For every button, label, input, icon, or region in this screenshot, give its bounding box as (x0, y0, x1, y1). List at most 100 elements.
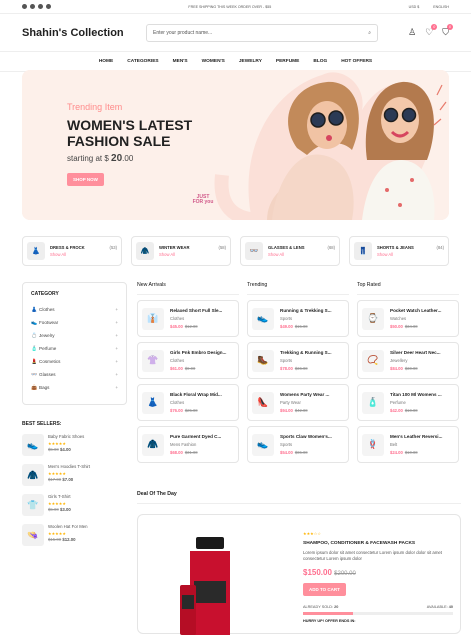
user-icon[interactable]: ♙ (408, 27, 416, 38)
shoe-icon: 👟 (31, 319, 38, 326)
add-to-cart-button[interactable]: ADD TO CART (303, 583, 346, 596)
nav-hot-offers[interactable]: HOT OFFERS (341, 59, 372, 64)
product-card[interactable]: 🪢 Men's Leather Reversi... Belt $24.00 $10.0… (357, 426, 459, 463)
category-strip: 👗 DRESS & FROCK Show All (53) 🧥 WINTER WEAR S… (22, 236, 449, 266)
logo[interactable]: Shahin's Collection (22, 27, 146, 39)
deal-title: Deal Of The Day (137, 491, 461, 504)
shorts-icon: 👖 (354, 242, 372, 260)
product-card[interactable]: 👔 Relaxed Short Full Sle... Clothes $45.00 $… (137, 300, 239, 337)
category-card[interactable]: 👖 SHORTS & JEANS Show All (84) (349, 236, 449, 266)
product-card[interactable]: 👠 Womens Party Wear ... Party Wear $94.00 $4… (247, 384, 349, 421)
product-image: 👟 (252, 433, 274, 456)
hero-banner: Trending Item WOMEN'S LATEST FASHION SAL… (22, 70, 449, 220)
dress-icon: 👗 (27, 242, 45, 260)
product-image: 🧴 (362, 391, 384, 414)
product-image: 👚 (142, 349, 164, 372)
sidebar-item-clothes[interactable]: 👗 Clothes + (31, 303, 118, 316)
best-seller-item[interactable]: 🧥 Men's Hoodies T-Shirt ★★★★★ $17.00 $7.00 (22, 464, 127, 490)
nav-categories[interactable]: CATEGORIES (127, 59, 158, 64)
sidebar-item-footwear[interactable]: 👟 Footwear + (31, 316, 118, 329)
rating-stars: ★★★★★ (48, 531, 66, 536)
best-seller-item[interactable]: 👒 Woolen Hat For Men ★★★★★ $15.00 $12.00 (22, 524, 127, 550)
product-card[interactable]: 🧴 Titan 100 Ml Womens ... Perfume $42.00 $10… (357, 384, 459, 421)
product-card[interactable]: 👟 Sports Claw Women's... Sports $54.00 $65.0… (247, 426, 349, 463)
nav-womens[interactable]: WOMEN'S (202, 59, 225, 64)
nav-mens[interactable]: MEN'S (173, 59, 188, 64)
search-icon[interactable]: ⌕ (368, 30, 371, 36)
product-card[interactable]: ⌚ Pocket Watch Leather... Watches $50.00 $34… (357, 300, 459, 337)
stock-progress-bar (303, 612, 453, 615)
best-seller-item[interactable]: 👟 Baby Fabric Shoes ★★★★★ $5.00 $4.00 (22, 434, 127, 460)
hero-title: WOMEN'S LATEST FASHION SALE (67, 117, 193, 149)
nav-home[interactable]: HOME (99, 59, 113, 64)
facebook-icon[interactable] (22, 4, 27, 9)
column-title: New Arrivals (137, 282, 239, 295)
sidebar-item-bags[interactable]: 👜 Bags + (31, 381, 118, 394)
shop-now-button[interactable]: SHOP NOW (67, 173, 104, 186)
product-card[interactable]: 👟 Running & Trekking S... Sports $49.00 $15.… (247, 300, 349, 337)
plus-icon: + (115, 346, 118, 351)
top-bar: FREE SHIPPING THIS WEEK ORDER OVER - $55… (0, 0, 471, 14)
main-nav: HOME CATEGORIES MEN'S WOMEN'S JEWELRY PE… (0, 52, 471, 72)
deal-card: ★★★☆☆ SHAMPOO, CONDITIONER & FACEWASH PA… (137, 514, 461, 635)
hero-subtitle: Trending Item (67, 102, 123, 112)
category-card[interactable]: 🧥 WINTER WEAR Show All (58) (131, 236, 231, 266)
linkedin-icon[interactable] (46, 4, 51, 9)
nav-blog[interactable]: BLOG (313, 59, 327, 64)
glasses-icon: 👓 (245, 242, 263, 260)
product-image: ⌚ (362, 307, 384, 330)
hero-price: starting at $ 20.00 (67, 153, 134, 164)
sidebar-item-jewelry[interactable]: 💍 Jewelry + (31, 329, 118, 342)
show-all-link[interactable]: Show All (377, 252, 414, 257)
nav-perfume[interactable]: PERFUME (276, 59, 299, 64)
clothes-icon: 👗 (31, 306, 38, 313)
sidebar-item-perfume[interactable]: 🧴 Perfume + (31, 342, 118, 355)
heart-icon[interactable]: ♡ 0 (425, 24, 438, 38)
perfume-icon: 🧴 (31, 345, 38, 352)
cosmetics-icon: 💄 (31, 358, 38, 365)
coat-icon: 🧥 (136, 242, 154, 260)
rating-stars: ★★★★★ (48, 441, 66, 446)
category-card[interactable]: 👗 DRESS & FROCK Show All (53) (22, 236, 122, 266)
cart-count: 0 (447, 24, 453, 30)
show-all-link[interactable]: Show All (268, 252, 305, 257)
product-card[interactable]: 👗 Black Floral Wrap Mid... Clothes $76.00 $2… (137, 384, 239, 421)
search-input[interactable]: Enter your product name... ⌕ (146, 23, 378, 42)
product-card[interactable]: 👚 Girls Pnk Embro Design... Clothes $61.00 $… (137, 342, 239, 379)
product-image: 👟 (22, 434, 44, 456)
wishlist-count: 0 (431, 24, 438, 30)
product-image: 📿 (362, 349, 384, 372)
column-top-rated: Top Rated ⌚ Pocket Watch Leather... Watche… (357, 282, 459, 468)
product-image: 👔 (142, 307, 164, 330)
product-columns: New Arrivals 👔 Relaxed Short Full Sle... C… (137, 282, 461, 468)
product-card[interactable]: 🧥 Pure Garment Dyed C... Mens Fashion $68.0… (137, 426, 239, 463)
bag-icon[interactable]: ⛉ 0 (442, 24, 453, 38)
rating-stars: ★★★★★ (48, 471, 66, 476)
shipping-notice: FREE SHIPPING THIS WEEK ORDER OVER - $55 (188, 4, 272, 9)
best-seller-item[interactable]: 👕 Girls T-Shirt ★★★★★ $5.00 $3.00 (22, 494, 127, 520)
nav-jewelry[interactable]: JEWELRY (239, 59, 262, 64)
plus-icon: + (115, 333, 118, 338)
product-card[interactable]: 📿 Silver Deer Heart Nec... Jewellery $84.00… (357, 342, 459, 379)
instagram-icon[interactable] (38, 4, 43, 9)
deal-description: Lorem ipsum dolor sit amet consectetur L… (303, 550, 442, 561)
twitter-icon[interactable] (30, 4, 35, 9)
currency-select[interactable]: USD $ (409, 5, 420, 9)
plus-icon: + (115, 359, 118, 364)
sidebar-item-cosmetics[interactable]: 💄 Cosmetics + (31, 355, 118, 368)
column-new-arrivals: New Arrivals 👔 Relaxed Short Full Sle... C… (137, 282, 239, 468)
category-card[interactable]: 👓 GLASSES & LENS Show All (68) (240, 236, 340, 266)
product-image: 👟 (252, 307, 274, 330)
product-image: 🧥 (22, 464, 44, 486)
sidebar-title: CATEGORY (31, 291, 59, 297)
stock-info: ALREADY SOLD: 20 AVAILABLE: 40 (303, 605, 453, 609)
plus-icon: + (115, 307, 118, 312)
show-all-link[interactable]: Show All (50, 252, 85, 257)
column-title: Trending (247, 282, 349, 295)
plus-icon: + (115, 320, 118, 325)
language-select[interactable]: ENGLISH (433, 5, 449, 9)
sidebar-item-glasses[interactable]: 👓 Glasses + (31, 368, 118, 381)
product-image: 🪢 (362, 433, 384, 456)
show-all-link[interactable]: Show All (159, 252, 189, 257)
product-card[interactable]: 🥾 Trekking & Running S... Sports $78.00 $36.… (247, 342, 349, 379)
